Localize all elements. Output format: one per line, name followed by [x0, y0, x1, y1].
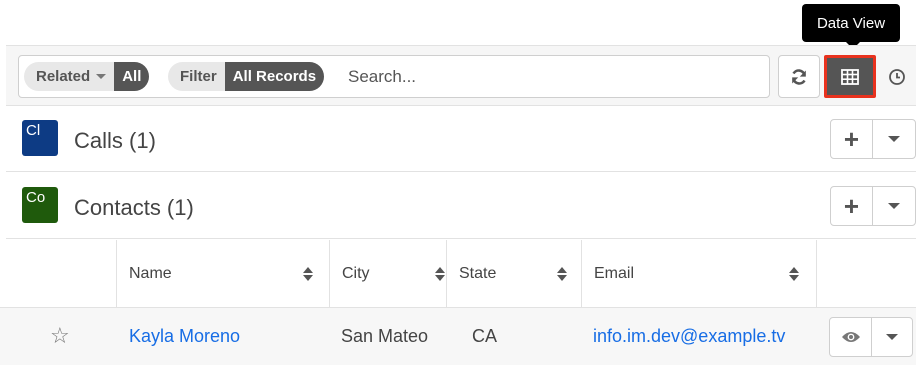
table-header: Name City State Email — [0, 240, 916, 308]
column-label: Email — [594, 265, 635, 282]
contacts-subpanel: Co Contacts (1) + — [6, 173, 916, 239]
grid-icon — [841, 68, 859, 85]
caret-down-icon — [886, 334, 898, 340]
contacts-add-button[interactable]: + — [831, 187, 873, 225]
records-filter-pill[interactable]: Filter All Records — [168, 62, 325, 91]
table-row: ☆ Kayla Moreno San Mateo CA info.im.dev@… — [0, 308, 916, 365]
activity-stream-button[interactable] — [878, 55, 916, 98]
related-value[interactable]: All — [114, 62, 150, 91]
calls-actions-dropdown[interactable] — [873, 120, 915, 158]
caret-down-icon — [888, 136, 900, 142]
preview-button[interactable] — [830, 318, 872, 356]
contacts-module-icon: Co — [22, 187, 58, 223]
data-view-button[interactable] — [824, 55, 876, 98]
caret-down-icon — [96, 74, 107, 79]
calls-add-button[interactable]: + — [831, 120, 873, 158]
column-divider — [816, 240, 817, 308]
row-city: San Mateo — [341, 326, 429, 346]
filter-label: Filter — [180, 68, 217, 85]
column-header-city[interactable]: City — [330, 240, 446, 308]
sort-icon — [303, 267, 313, 281]
contacts-subpanel-title[interactable]: Contacts (1) — [74, 195, 194, 221]
calls-subpanel-title[interactable]: Calls (1) — [74, 128, 156, 154]
contacts-actions-dropdown[interactable] — [873, 187, 915, 225]
data-view-tooltip: Data View — [802, 4, 900, 42]
contacts-actions: + — [830, 186, 916, 226]
related-filter-pill[interactable]: Related All — [24, 62, 150, 91]
row-email-link[interactable]: info.im.dev@example.tv — [593, 326, 785, 347]
row-actions — [829, 317, 913, 357]
calls-module-icon: Cl — [22, 120, 58, 156]
calls-actions: + — [830, 119, 916, 159]
related-label: Related — [36, 68, 91, 85]
column-header-email[interactable]: Email — [582, 240, 816, 308]
row-name-link[interactable]: Kayla Moreno — [129, 326, 240, 347]
clock-icon — [889, 68, 905, 85]
plus-icon: + — [843, 191, 860, 221]
column-label: Name — [129, 265, 172, 282]
related-dropdown[interactable]: Related — [24, 68, 114, 85]
column-label: State — [459, 265, 497, 282]
sort-icon — [435, 267, 445, 281]
caret-down-icon — [888, 203, 900, 209]
search-input[interactable] — [348, 63, 758, 91]
refresh-icon — [792, 68, 806, 85]
row-state: CA — [472, 326, 498, 346]
favorite-star-icon[interactable]: ☆ — [50, 323, 70, 349]
refresh-button[interactable] — [778, 55, 820, 98]
eye-icon — [841, 332, 860, 342]
column-header-state[interactable]: State — [447, 240, 581, 308]
column-label: City — [342, 265, 370, 282]
calls-subpanel: Cl Calls (1) + — [6, 106, 916, 172]
sort-icon — [789, 267, 799, 281]
plus-icon: + — [843, 124, 860, 154]
column-header-name[interactable]: Name — [117, 240, 329, 308]
row-actions-dropdown[interactable] — [872, 318, 912, 356]
sort-icon — [557, 267, 567, 281]
filter-value[interactable]: All Records — [224, 62, 325, 91]
